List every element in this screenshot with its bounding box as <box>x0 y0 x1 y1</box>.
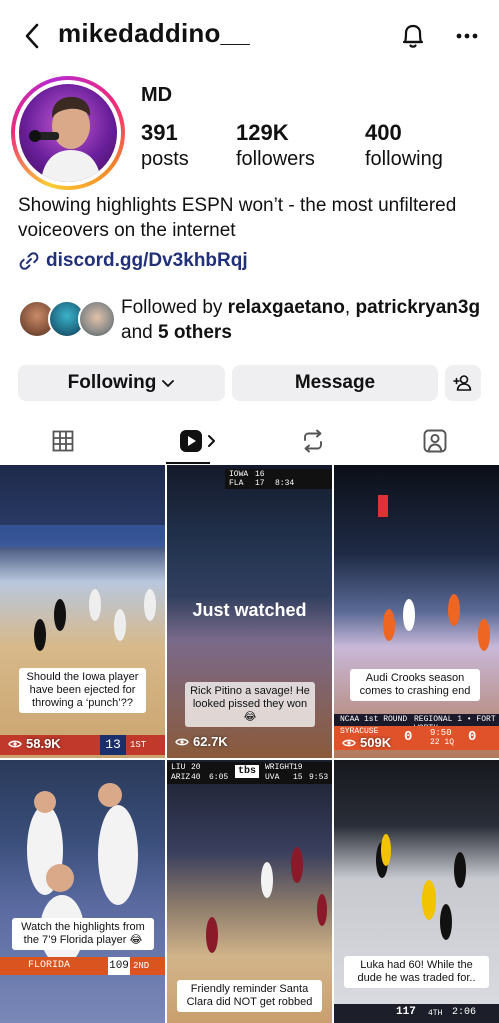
add-person-icon <box>453 375 472 391</box>
back-button[interactable] <box>18 20 46 52</box>
tab-reels[interactable] <box>166 418 226 464</box>
more-options-button[interactable] <box>452 20 482 52</box>
reel-tile[interactable]: Watch the highlights from the 7’9 Florid… <box>0 760 165 1023</box>
reel-tile[interactable]: Audi Crooks season comes to crashing end… <box>334 465 499 758</box>
followers-stat[interactable]: 129K followers <box>236 120 315 172</box>
bio-link-text: discord.gg/Dv3khbRqj <box>46 250 248 271</box>
following-button-label: Following <box>67 372 157 393</box>
scoreboard-clock: 2:06 <box>452 1007 477 1018</box>
scoreboard-score: 17 <box>255 479 265 488</box>
reels-grid: Should the Iowa player have been ejected… <box>0 465 499 1023</box>
scoreboard: FLORIDA 109 2ND <box>0 957 165 975</box>
message-button-label: Message <box>294 372 376 393</box>
reel-caption: Should the Iowa player have been ejected… <box>19 668 146 713</box>
reel-views: 509K <box>342 735 391 750</box>
display-name: MD <box>141 84 173 106</box>
reel-tile[interactable]: LIU ARIZ 20 40 6:05 tbs WRIGHT UVA 19 15… <box>167 760 332 1023</box>
posts-count: 391 <box>141 120 178 145</box>
scoreboard-period: 2ND <box>133 961 150 971</box>
reel-overlay-text: Just watched <box>192 600 307 620</box>
reel-scene <box>27 783 138 965</box>
scoreboard-score: 0 <box>468 729 477 745</box>
top-bar: mikedaddino__ <box>0 0 499 72</box>
play-count-icon <box>342 739 356 746</box>
tab-posts-grid[interactable] <box>40 418 86 464</box>
followed-by-user: relaxgaetano <box>227 297 345 318</box>
reel-caption: Audi Crooks season comes to crashing end <box>350 669 480 701</box>
reel-caption: Luka had 60! While the dude he was trade… <box>344 956 489 988</box>
chevron-down-icon <box>162 380 175 387</box>
notifications-button[interactable] <box>398 20 428 52</box>
avatar-ring-gap <box>15 80 121 186</box>
scoreboard-round: NCAA 1st ROUND <box>340 715 408 724</box>
profile-bio: Showing highlights ESPN won’t - the most… <box>18 195 457 241</box>
avatar-photo <box>19 84 117 182</box>
scoreboard-clock: 9:50 <box>430 728 452 738</box>
repost-icon <box>304 429 322 453</box>
profile-avatar[interactable] <box>11 76 125 190</box>
scoreboard-score: 13 <box>100 735 126 755</box>
scoreboard-team: FLORIDA <box>28 960 71 971</box>
scoreboard-team: FLA <box>229 479 244 488</box>
active-tab-indicator <box>166 462 210 464</box>
reel-views: 62.7K <box>175 734 228 749</box>
reel-caption: Watch the highlights from the 7’9 Florid… <box>12 918 154 950</box>
reel-views: 58.9K <box>8 736 61 751</box>
scoreboard-score: 109 <box>108 957 130 975</box>
scoreboard-period: 1ST <box>130 740 147 750</box>
reel-views-count: 62.7K <box>193 734 228 749</box>
reel-scene <box>0 525 165 651</box>
scoreboard-team: IOWA <box>229 470 249 479</box>
reel-views-count: 58.9K <box>26 736 61 751</box>
play-count-icon <box>8 740 22 747</box>
followed-by-and: and <box>121 322 158 343</box>
scoreboard-clock: 8:34 <box>275 479 295 488</box>
reels-icon <box>180 430 215 452</box>
message-button[interactable]: Message <box>232 365 438 401</box>
followed-by-prefix: Followed by <box>121 297 228 318</box>
scoreboard: IOWA FLA 16 17 8:34 <box>225 469 332 489</box>
posts-label: posts <box>141 148 189 170</box>
tagged-person-icon <box>423 429 447 453</box>
followers-label: followers <box>236 148 315 170</box>
following-count: 400 <box>365 120 402 145</box>
reel-tile[interactable]: IOWA FLA 16 17 8:34 Just watched Rick Pi… <box>167 465 332 758</box>
scoreboard-clock-sub: 22 1Q <box>430 738 455 747</box>
link-icon <box>19 252 39 270</box>
scoreboard-score: 117 <box>396 1006 416 1018</box>
reel-views-count: 509K <box>360 735 392 750</box>
tab-reposts[interactable] <box>290 418 336 464</box>
followed-by-text[interactable]: Followed by relaxgaetano, patrickryan3g … <box>121 295 491 345</box>
following-stat[interactable]: 400 following <box>365 120 443 172</box>
scoreboard-header: NCAA 1st ROUND REGIONAL 1 • FORT WORTH <box>334 714 499 733</box>
chevron-left-icon <box>25 23 39 49</box>
followers-count: 129K <box>236 120 289 145</box>
reel-tile[interactable]: Should the Iowa player have been ejected… <box>0 465 165 758</box>
followed-by-others: 5 others <box>157 322 232 343</box>
profile-username: mikedaddino__ <box>58 18 250 48</box>
following-button[interactable]: Following <box>18 365 225 401</box>
followed-by-separator: , <box>344 297 351 318</box>
scoreboard-score: 0 <box>404 729 413 745</box>
mutual-followers-avatars[interactable] <box>18 300 116 340</box>
suggested-users-button[interactable] <box>445 365 481 401</box>
play-count-icon <box>175 738 189 745</box>
scoreboard: 117 4TH 2:06 <box>334 1004 499 1023</box>
posts-stat[interactable]: 391 posts <box>141 120 189 172</box>
grid-icon <box>52 430 74 452</box>
more-horizontal-icon <box>456 33 478 39</box>
reel-caption: Friendly reminder Santa Clara did NOT ge… <box>177 980 322 1012</box>
scoreboard-score: 16 <box>255 470 265 479</box>
profile-tabs <box>0 418 499 464</box>
followed-by-user: patrickryan3g <box>355 297 481 318</box>
tab-tagged[interactable] <box>412 418 458 464</box>
reel-caption: Rick Pitino a savage! He looked pissed t… <box>185 682 315 727</box>
bell-icon <box>402 24 424 48</box>
mutual-follower-avatar <box>78 300 116 338</box>
reel-tile[interactable]: Luka had 60! While the dude he was trade… <box>334 760 499 1023</box>
bio-link[interactable]: discord.gg/Dv3khbRqj <box>18 250 248 272</box>
following-label: following <box>365 148 443 170</box>
scoreboard-period: 4TH <box>428 1009 443 1018</box>
